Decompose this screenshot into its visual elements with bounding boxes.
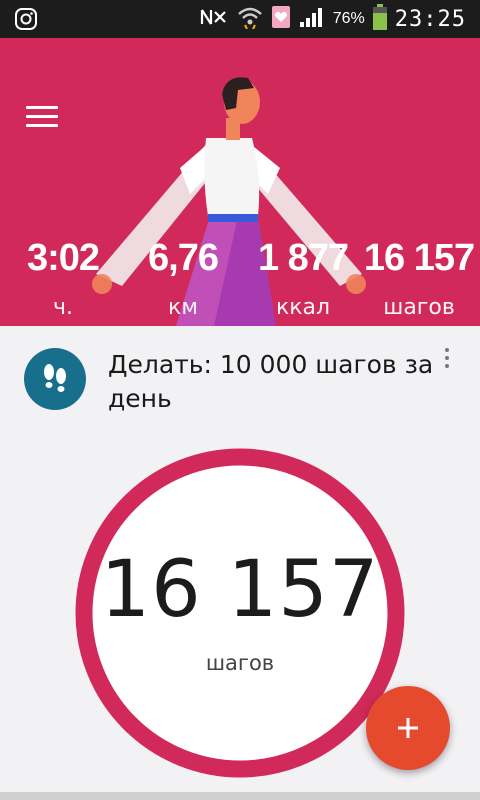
steps-unit: шагов — [205, 651, 275, 675]
stat-value: 16 157 — [363, 237, 475, 279]
stat-value: 3:02 — [26, 237, 100, 279]
nfc-mute-icon — [199, 6, 229, 33]
signal-icon — [299, 6, 325, 33]
clock: 23:25 — [394, 6, 466, 32]
add-button[interactable] — [366, 686, 450, 770]
stat-unit: ккал — [275, 295, 331, 320]
steps-count: 16 157 — [100, 545, 380, 635]
stat-steps: 16 157 шагов — [362, 234, 476, 326]
stat-distance: 6,76 км — [138, 234, 228, 326]
add-icon — [398, 718, 418, 738]
battery-icon — [372, 3, 387, 35]
footprints-icon — [24, 348, 86, 410]
more-vert-icon[interactable] — [442, 348, 452, 378]
goal-card[interactable]: Делать: 10 000 шагов за день — [0, 326, 480, 426]
notification-icon — [271, 5, 291, 34]
status-bar: 76% 23:25 — [0, 0, 480, 38]
stat-value: 1 877 — [257, 237, 349, 279]
steps-progress-ring: 16 157 шагов — [74, 447, 406, 779]
wifi-icon — [237, 5, 263, 34]
stat-unit: шагов — [383, 295, 455, 320]
bottom-edge — [0, 792, 480, 800]
activity-header: 3:02 ч. 6,76 км 1 877 ккал 16 157 шагов — [0, 38, 480, 326]
stat-value: 6,76 — [148, 237, 219, 279]
instagram-icon — [14, 7, 38, 36]
goal-text: Делать: 10 000 шагов за день — [108, 350, 434, 413]
stat-calories: 1 877 ккал — [250, 234, 356, 326]
stats-row: 3:02 ч. 6,76 км 1 877 ккал 16 157 шагов — [0, 234, 480, 324]
stat-unit: ч. — [53, 295, 73, 320]
battery-percent: 76% — [332, 10, 365, 27]
stat-duration: 3:02 ч. — [20, 234, 106, 326]
stat-unit: км — [168, 295, 198, 320]
menu-icon[interactable] — [26, 106, 58, 130]
